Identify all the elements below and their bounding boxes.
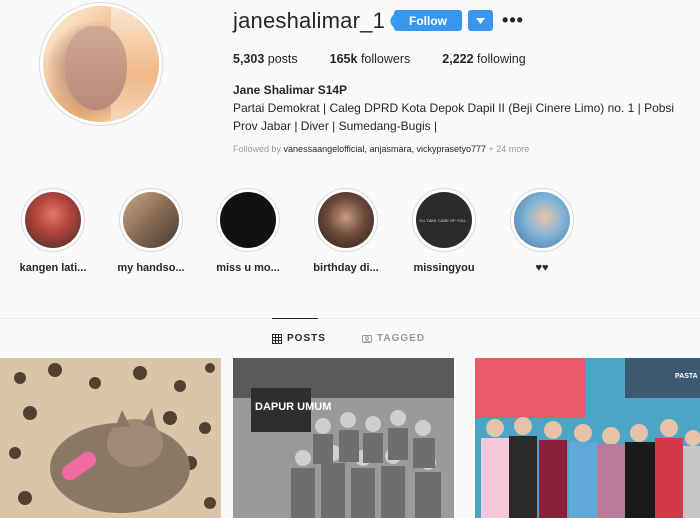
highlight-label: my handso... [117, 262, 185, 274]
highlight-label: kangen lati... [19, 262, 87, 274]
full-name: Jane Shalimar S14P [233, 83, 348, 97]
post-image: PASTA [475, 358, 700, 518]
posts-count: 5,303 [233, 52, 265, 66]
chevron-down-icon [476, 17, 485, 24]
highlight-cover-image: I'LL TAKE CARE OF YOU... [416, 192, 472, 248]
highlight-item[interactable]: birthday di... [306, 188, 386, 274]
followers-count[interactable]: 165k [330, 52, 358, 66]
highlight-label: birthday di... [313, 262, 379, 274]
post-thumbnail[interactable]: PASTA [475, 358, 700, 518]
username: janeshalimar_1 [233, 8, 385, 33]
story-highlights: kangen lati... my handso... miss u mo...… [0, 188, 700, 288]
highlight-label: ♥♥ [535, 262, 549, 274]
following-count[interactable]: 2,222 [442, 52, 473, 66]
followed-by[interactable]: Followed by vanessaangelofficial, anjasm… [233, 144, 529, 154]
following-stat-label[interactable]: following [477, 52, 526, 66]
tab-posts[interactable]: POSTS [272, 333, 326, 344]
post-image [0, 358, 221, 518]
highlight-item[interactable]: miss u mo... [208, 188, 288, 274]
tag-icon [362, 334, 372, 343]
followed-by-prefix: Followed by [233, 144, 282, 154]
highlight-cover-image [25, 192, 81, 248]
post-thumbnail[interactable] [0, 358, 221, 518]
avatar-image [43, 6, 159, 122]
post-overlay-text: DAPUR UMUM [255, 401, 331, 413]
post-image: DAPUR UMUM [233, 358, 454, 518]
highlight-item[interactable]: kangen lati... [13, 188, 93, 274]
active-tab-indicator [272, 318, 318, 319]
tab-tagged[interactable]: TAGGED [362, 333, 425, 344]
highlight-cover-image [514, 192, 570, 248]
following-stat[interactable]: 2,222 following [442, 52, 525, 66]
highlight-item[interactable]: my handso... [111, 188, 191, 274]
highlight-label: miss u mo... [216, 262, 280, 274]
profile-tabs: POSTS TAGGED [0, 333, 700, 347]
post-overlay-text: PASTA [675, 373, 698, 380]
posts-stat-label: posts [267, 52, 298, 66]
post-thumbnail[interactable]: DAPUR UMUM [233, 358, 454, 518]
posts-stat: 5,303 posts [233, 52, 298, 66]
grid-icon [272, 333, 282, 344]
highlight-cover-image [123, 192, 179, 248]
highlight-cover-image [318, 192, 374, 248]
bio-text: Partai Demokrat | Caleg DPRD Kota Depok … [233, 101, 675, 133]
followers-stat[interactable]: 165k followers [330, 52, 411, 66]
tab-posts-label: POSTS [287, 333, 326, 344]
followed-by-names[interactable]: vanessaangelofficial, anjasmara, vickypr… [284, 144, 486, 154]
tab-tagged-label: TAGGED [377, 333, 426, 344]
follow-button[interactable]: Follow [394, 10, 462, 31]
profile-avatar[interactable] [39, 2, 163, 126]
tabs-divider [0, 318, 700, 319]
highlight-cover-text: I'LL TAKE CARE OF YOU... [419, 217, 469, 223]
suggestions-dropdown-button[interactable] [468, 10, 493, 31]
highlight-item[interactable]: ♥♥ [502, 188, 582, 274]
highlight-label: missingyou [413, 262, 475, 274]
highlight-item[interactable]: I'LL TAKE CARE OF YOU... missingyou [404, 188, 484, 274]
profile-stats: 5,303 posts 165k followers 2,222 followi… [233, 52, 558, 66]
more-options-icon[interactable]: ••• [502, 10, 523, 30]
followers-stat-label[interactable]: followers [361, 52, 410, 66]
highlight-cover-image [220, 192, 276, 248]
followed-by-more[interactable]: + 24 more [489, 144, 530, 154]
